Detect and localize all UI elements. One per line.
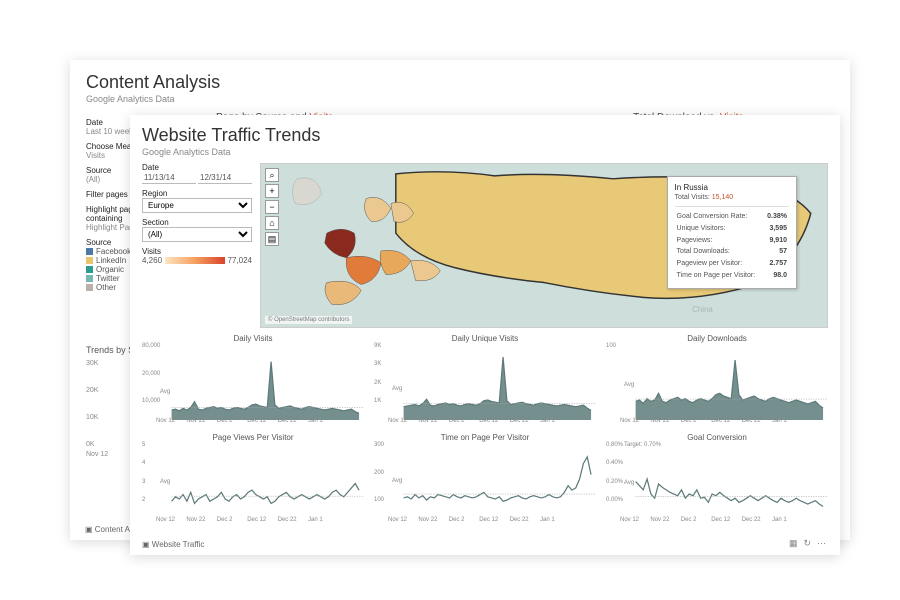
filters-sidebar: Date 11/13/1412/31/14 Region Europe Sect… [142, 163, 252, 328]
more-icon[interactable]: ⋯ [817, 538, 826, 549]
refresh-icon[interactable]: ↻ [803, 538, 811, 549]
tab-website-traffic[interactable]: ▣ Website Traffic [142, 540, 204, 549]
country-spain[interactable] [325, 281, 361, 305]
country-france[interactable] [346, 256, 381, 284]
website-traffic-card: Website Traffic Trends Google Analytics … [130, 115, 840, 555]
page-title: Content Analysis [86, 72, 834, 93]
map-tooltip: In Russia Total Visits: 15,140 Goal Conv… [667, 176, 797, 289]
country-germany[interactable] [380, 250, 410, 274]
chart-daily-visits[interactable]: Daily Visits80,00020,00010,000Nov 12Nov … [142, 334, 364, 429]
view-icon[interactable]: ▦ [789, 538, 798, 549]
chart-daily-unique-visits[interactable]: Daily Unique Visits9K3K2K1KNov 12Nov 22D… [374, 334, 596, 429]
map-attribution: © OpenStreetMap contributors [265, 316, 352, 324]
region-select[interactable]: Europe [142, 198, 252, 213]
date-to-input[interactable]: 12/31/14 [198, 172, 252, 184]
chart-goal-conversion[interactable]: Goal Conversion0.80%0.40%0.20%0.00%Nov 1… [606, 433, 828, 528]
color-legend [165, 257, 225, 264]
section-select[interactable]: (All) [142, 227, 252, 242]
world-map[interactable]: ⌕ + − ⌂ ▤ China In Russia [260, 163, 828, 328]
search-icon[interactable]: ⌕ [265, 168, 279, 182]
home-icon[interactable]: ⌂ [265, 216, 279, 230]
page-subtitle: Google Analytics Data [86, 94, 834, 104]
chart-page-views-per-visitor[interactable]: Page Views Per Visitor5432Nov 12Nov 22De… [142, 433, 364, 528]
zoom-in-icon[interactable]: + [265, 184, 279, 198]
layers-icon[interactable]: ▤ [265, 232, 279, 246]
svg-text:China: China [692, 305, 713, 314]
chart-daily-downloads[interactable]: Daily Downloads100Nov 12Nov 22Dec 2Dec 1… [606, 334, 828, 429]
chart-time-on-page-per-visitor[interactable]: Time on Page Per Visitor300200100Nov 12N… [374, 433, 596, 528]
zoom-out-icon[interactable]: − [265, 200, 279, 214]
country-uk[interactable] [325, 229, 356, 258]
page-title: Website Traffic Trends [142, 125, 320, 146]
date-from-input[interactable]: 11/13/14 [142, 172, 196, 184]
page-subtitle: Google Analytics Data [142, 147, 320, 157]
